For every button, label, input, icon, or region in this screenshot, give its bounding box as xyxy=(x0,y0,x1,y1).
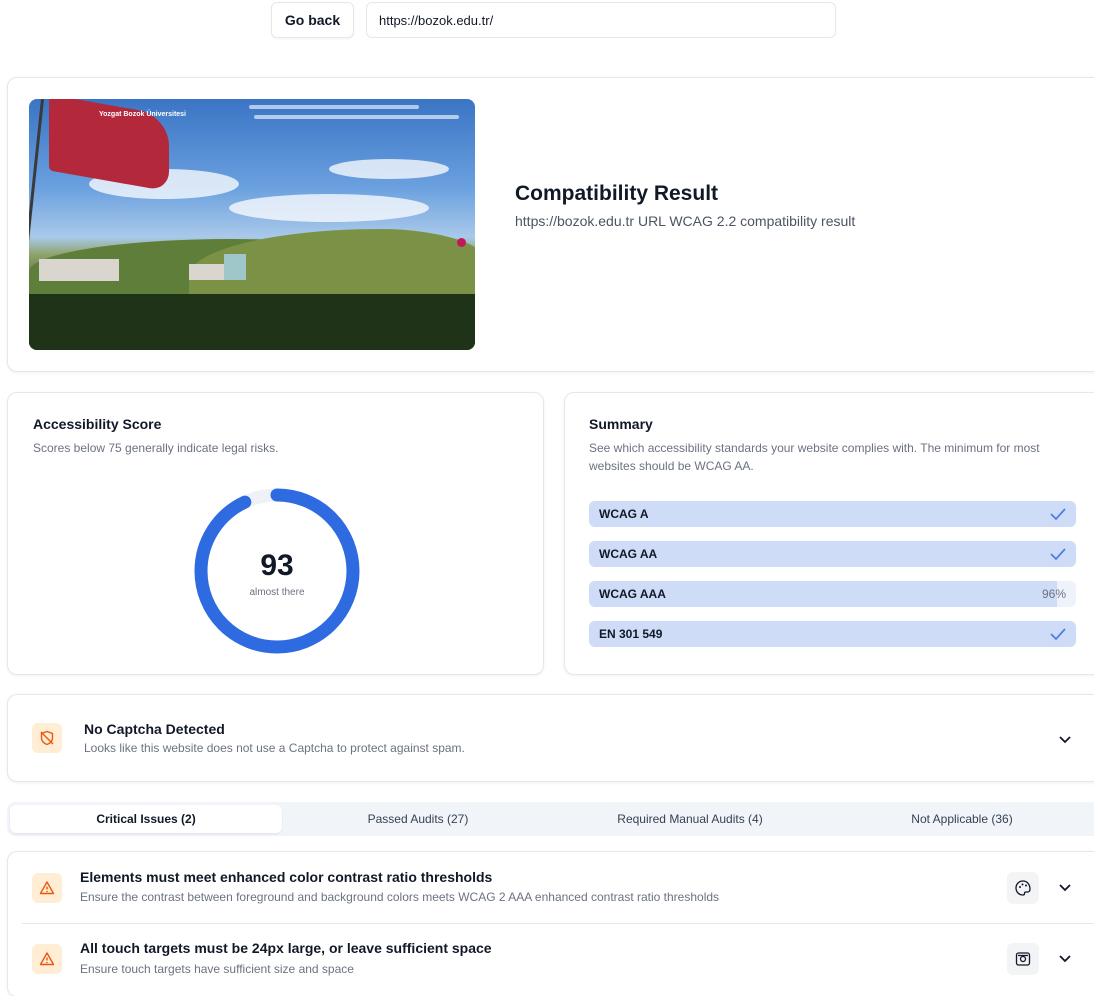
captcha-description: Looks like this website does not use a C… xyxy=(84,741,465,755)
shield-off-icon xyxy=(32,723,62,753)
score-title: Accessibility Score xyxy=(33,416,162,432)
tab-passed-audits[interactable]: Passed Audits (27) xyxy=(282,805,554,833)
divider xyxy=(22,923,1094,924)
score-description: Scores below 75 generally indicate legal… xyxy=(33,441,279,455)
issue-title: Elements must meet enhanced color contra… xyxy=(80,869,493,885)
captcha-card[interactable]: No Captcha Detected Looks like this webs… xyxy=(7,694,1094,782)
standard-percent: 96% xyxy=(1041,587,1066,601)
website-screenshot: Yozgat Bozok Üniversitesi xyxy=(29,99,475,350)
standard-name: WCAG A xyxy=(599,507,649,521)
go-back-button[interactable]: Go back xyxy=(271,2,354,38)
check-icon xyxy=(1050,508,1066,521)
issue-description: Ensure the contrast between foreground a… xyxy=(80,890,720,904)
url-input[interactable]: https://bozok.edu.tr/ xyxy=(366,2,836,38)
summary-card: Summary See which accessibility standard… xyxy=(564,392,1094,675)
chevron-down-icon[interactable] xyxy=(1058,735,1072,745)
standard-row-wcag-aaa: WCAG AAA 96% xyxy=(589,581,1076,607)
standard-progress xyxy=(589,541,1076,567)
top-bar: Go back https://bozok.edu.tr/ xyxy=(0,0,1094,44)
standard-name: WCAG AAA xyxy=(599,587,666,601)
touch-target-icon[interactable] xyxy=(1007,943,1039,975)
standard-name: EN 301 549 xyxy=(599,627,663,641)
score-label: almost there xyxy=(249,587,305,598)
chevron-down-icon[interactable] xyxy=(1058,883,1072,893)
standard-row-wcag-a: WCAG A xyxy=(589,501,1076,527)
audit-tabs: Critical Issues (2) Passed Audits (27) R… xyxy=(7,802,1094,836)
score-value: 93 xyxy=(260,549,294,582)
critical-issues-list: Elements must meet enhanced color contra… xyxy=(7,851,1094,996)
screenshot-brand: Yozgat Bozok Üniversitesi xyxy=(99,111,187,118)
check-icon xyxy=(1050,548,1066,561)
chevron-down-icon[interactable] xyxy=(1058,954,1072,964)
standard-row-en-301-549: EN 301 549 xyxy=(589,621,1076,647)
accessibility-score-card: Accessibility Score Scores below 75 gene… xyxy=(7,392,544,675)
tab-critical-issues[interactable]: Critical Issues (2) xyxy=(10,805,282,833)
page-title: Compatibility Result xyxy=(515,182,719,205)
standard-row-wcag-aa: WCAG AA xyxy=(589,541,1076,567)
standard-name: WCAG AA xyxy=(599,547,658,561)
issue-description: Ensure touch targets have sufficient siz… xyxy=(80,962,354,976)
captcha-title: No Captcha Detected xyxy=(84,721,225,737)
standard-progress xyxy=(589,501,1076,527)
palette-icon[interactable] xyxy=(1007,872,1039,904)
tab-required-manual-audits[interactable]: Required Manual Audits (4) xyxy=(554,805,826,833)
summary-description: See which accessibility standards your w… xyxy=(589,441,1040,473)
tab-not-applicable[interactable]: Not Applicable (36) xyxy=(826,805,1094,833)
compatibility-result-card: Yozgat Bozok Üniversitesi Compatibility … xyxy=(7,77,1094,372)
summary-title: Summary xyxy=(589,416,653,432)
issue-title: All touch targets must be 24px large, or… xyxy=(80,940,492,956)
check-icon xyxy=(1050,628,1066,641)
warning-icon xyxy=(32,944,62,974)
warning-icon xyxy=(32,873,62,903)
page-subtitle: https://bozok.edu.tr URL WCAG 2.2 compat… xyxy=(515,213,856,229)
